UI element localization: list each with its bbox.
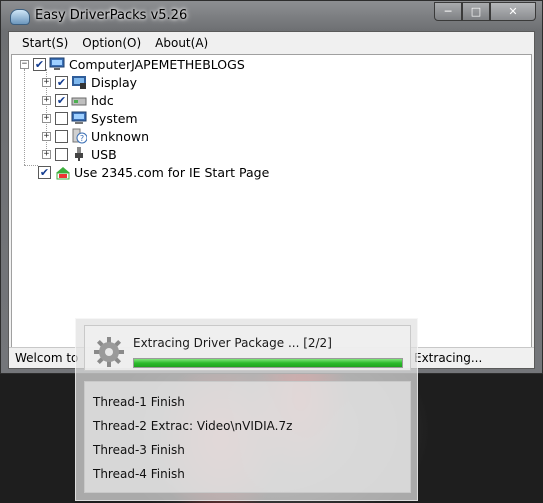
- extract-progress-bar: [133, 358, 403, 368]
- tree-node-start-page[interactable]: ✔ Use 2345.com for IE Start Page: [38, 163, 269, 181]
- expand-toggle[interactable]: +: [42, 95, 51, 105]
- checkbox-start-page[interactable]: ✔: [38, 165, 51, 179]
- extract-progress-dialog: Extracing Driver Package ... [2/2] Threa…: [75, 318, 418, 501]
- tree-label-unknown: Unknown: [91, 128, 150, 144]
- menu-start[interactable]: Start(S): [15, 36, 75, 50]
- close-button[interactable]: ✕: [490, 2, 536, 21]
- checkbox-usb[interactable]: [55, 147, 68, 161]
- thread-status-2: Thread-2 Extrac: Video\nVIDIA.7z: [93, 419, 293, 433]
- tree-node-display[interactable]: + ✔ Display: [42, 73, 137, 91]
- window-title: Easy DriverPacks v5.26: [35, 8, 188, 23]
- expand-toggle[interactable]: +: [42, 113, 51, 123]
- expand-toggle[interactable]: +: [42, 149, 51, 159]
- checkbox-hdc[interactable]: ✔: [55, 93, 68, 107]
- status-welcome: Welcom to: [15, 351, 79, 365]
- tree-node-hdc[interactable]: + ✔ hdc: [42, 91, 114, 109]
- progress-header: Extracing Driver Package ... [2/2]: [84, 325, 411, 371]
- tree-node-unknown[interactable]: + ? Unknown: [42, 127, 149, 145]
- tree-line: [24, 69, 25, 165]
- checkbox-system[interactable]: [55, 111, 68, 125]
- display-icon: [71, 74, 87, 90]
- collapse-toggle[interactable]: −: [20, 59, 29, 69]
- driver-tree[interactable]: − ✔ ComputerJAPEMETHEBLOGS + ✔ Display +…: [11, 54, 532, 348]
- unknown-device-icon: ?: [71, 128, 88, 144]
- menu-bar: Start(S) Option(O) About(A): [9, 32, 534, 54]
- checkbox-root[interactable]: ✔: [33, 57, 46, 71]
- tree-label-display: Display: [91, 74, 138, 90]
- tree-label-start-page: Use 2345.com for IE Start Page: [74, 164, 270, 180]
- usb-icon: [71, 146, 87, 162]
- thread-status-1: Thread-1 Finish: [93, 395, 185, 409]
- menu-option[interactable]: Option(O): [75, 36, 148, 50]
- tree-label-root: ComputerJAPEMETHEBLOGS: [69, 56, 245, 72]
- 2345-logo-icon: [54, 164, 70, 180]
- expand-toggle[interactable]: +: [42, 77, 51, 87]
- title-bar[interactable]: Easy DriverPacks v5.26 ─ □ ✕: [1, 1, 542, 31]
- caption-buttons: ─ □ ✕: [434, 2, 536, 21]
- status-extracting: Extracing...: [414, 351, 483, 365]
- thread-status-3: Thread-3 Finish: [93, 443, 185, 457]
- tree-label-usb: USB: [91, 146, 117, 162]
- tree-label-hdc: hdc: [91, 92, 114, 108]
- app-icon: [10, 9, 30, 25]
- checkbox-display[interactable]: ✔: [55, 75, 68, 89]
- maximize-button[interactable]: □: [462, 2, 490, 21]
- computer-icon: [49, 56, 65, 72]
- progress-fill: [134, 359, 402, 367]
- progress-title: Extracing Driver Package ... [2/2]: [133, 336, 332, 350]
- svg-text:?: ?: [80, 134, 84, 143]
- system-icon: [71, 110, 87, 126]
- thread-status-list: Thread-1 Finish Thread-2 Extrac: Video\n…: [84, 381, 411, 493]
- menu-about[interactable]: About(A): [148, 36, 215, 50]
- thread-status-4: Thread-4 Finish: [93, 467, 185, 481]
- expand-toggle[interactable]: +: [42, 131, 51, 141]
- tree-node-root[interactable]: − ✔ ComputerJAPEMETHEBLOGS: [20, 55, 245, 73]
- disk-controller-icon: [71, 92, 87, 108]
- tree-label-system: System: [91, 110, 138, 126]
- tree-node-system[interactable]: + System: [42, 109, 138, 127]
- minimize-button[interactable]: ─: [434, 2, 462, 21]
- gear-icon: [93, 336, 125, 368]
- tree-node-usb[interactable]: + USB: [42, 145, 117, 163]
- tree-line: [24, 165, 38, 166]
- checkbox-unknown[interactable]: [55, 129, 68, 143]
